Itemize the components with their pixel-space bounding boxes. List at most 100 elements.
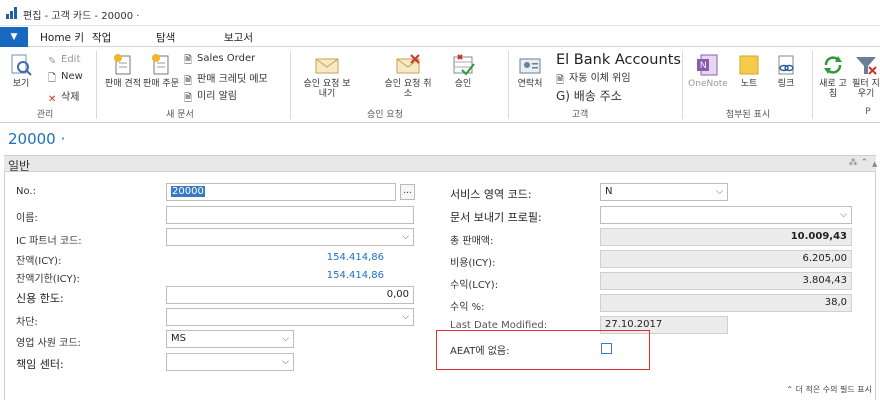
no-label: No.:: [16, 186, 36, 197]
balance-due-value[interactable]: 154.414,86: [300, 270, 384, 281]
sales-quote-icon: [110, 53, 136, 77]
cancel-approval-button[interactable]: 승인 요청 취소: [383, 53, 433, 99]
approve-icon: [450, 53, 476, 77]
window-title: 편집 - 고객 카드 - 20000 ·: [23, 11, 140, 22]
ic-partner-select[interactable]: ⌵: [166, 228, 414, 246]
direct-debit-button[interactable]: 🗎 자동 이체 위임: [556, 69, 631, 86]
group-label-attachments: 첨부된 표시: [725, 110, 771, 120]
svg-text:N: N: [700, 60, 707, 70]
credit-limit-field[interactable]: 0,00: [166, 286, 414, 304]
link-icon: [773, 53, 799, 77]
scroll-up-icon[interactable]: ▲: [872, 160, 880, 168]
credit-memo-template-button[interactable]: 🗎 판매 크레딧 메모: [184, 70, 268, 87]
separator: [290, 51, 291, 119]
approve-button[interactable]: 승인: [448, 53, 478, 89]
chevron-down-icon: ⌵: [282, 357, 289, 367]
group-label-page: P: [865, 107, 871, 117]
app-menu-button[interactable]: ▼: [0, 27, 28, 47]
sales-quote-button[interactable]: 판매 견적: [104, 53, 142, 89]
profit-lcy-label: 수익(LCY):: [450, 280, 499, 291]
ship-to-address-button[interactable]: G) 배송 주소: [556, 87, 622, 104]
collapse-icon[interactable]: ⁂ ⌃: [849, 158, 868, 168]
ribbon-tabs: ▼ Home 키 작업 탐색 보고서: [0, 27, 880, 47]
chevron-up-icon: ⌃: [786, 385, 796, 394]
total-sales-value[interactable]: 10.009,43: [600, 228, 852, 246]
balance-lcy-label: 잔액(ICY):: [16, 256, 62, 267]
document-icon: 🗎: [184, 93, 193, 104]
chevron-down-icon: ⌵: [716, 187, 723, 197]
doc-sending-profile-label: 문서 보내기 프로필:: [450, 211, 542, 224]
salesperson-select[interactable]: MS ⌵: [166, 330, 294, 348]
links-button[interactable]: 링크: [771, 53, 801, 89]
envelope-send-icon: [314, 53, 340, 77]
balance-lcy-value[interactable]: 154.414,86: [300, 252, 384, 263]
edit-button[interactable]: ✎ Edit: [48, 54, 80, 67]
doc-sending-profile-select[interactable]: ⌵: [600, 206, 852, 224]
costs-lcy-label: 비용(ICY):: [450, 258, 496, 269]
tab-home[interactable]: Home 키: [40, 30, 84, 45]
costs-lcy-value[interactable]: 6.205,00: [600, 250, 852, 268]
contact-button[interactable]: 연락처: [512, 53, 548, 89]
title-bar: 편집 - 고객 카드 - 20000 ·: [0, 0, 880, 26]
group-label-manage: 관리: [36, 110, 54, 120]
name-field[interactable]: [166, 206, 414, 224]
balance-due-label: 잔액기한(ICY):: [16, 274, 80, 285]
chevron-down-icon: ⌵: [840, 210, 847, 220]
group-label-new-document: 새 문서: [166, 110, 194, 120]
credit-limit-label: 신용 한도:: [16, 292, 64, 305]
note-icon: [736, 53, 762, 77]
new-button[interactable]: 🗋 New: [48, 71, 83, 84]
tab-navigate[interactable]: 탐색: [156, 30, 175, 45]
bank-accounts-button[interactable]: El Bank Accounts: [556, 52, 681, 68]
chevron-down-icon: ⌵: [402, 232, 409, 242]
onenote-button[interactable]: N OneNote: [686, 53, 730, 89]
blocked-select[interactable]: ⌵: [166, 308, 414, 326]
record-number: 20000 ·: [8, 130, 66, 148]
refresh-button[interactable]: 새로 고침: [816, 53, 850, 99]
separator: [682, 51, 683, 119]
aeat-checkbox[interactable]: [601, 343, 612, 354]
document-icon: 🗎: [184, 76, 193, 87]
sales-order-icon: [148, 53, 174, 77]
chevron-down-icon: ⌵: [402, 312, 409, 322]
group-label-customer: 고객: [571, 110, 589, 120]
service-zone-select[interactable]: N ⌵: [600, 183, 728, 201]
separator: [508, 51, 509, 119]
no-field[interactable]: 20000: [166, 183, 396, 201]
show-fewer-fields-link[interactable]: ⌃ 더 적은 수의 필드 표시: [786, 384, 872, 395]
profit-pct-value: 38,0: [600, 294, 852, 312]
filter-icon: [853, 53, 879, 77]
delete-icon: ✕: [48, 94, 57, 105]
clear-filter-button[interactable]: 필터 지우기: [852, 53, 880, 99]
chevron-down-icon: ⌵: [282, 334, 289, 344]
fasttab-general-header[interactable]: 일반 ⁂ ⌃: [4, 155, 876, 173]
onenote-icon: N: [695, 53, 721, 77]
envelope-cancel-icon: [395, 53, 421, 77]
ic-partner-label: IC 파트너 코드:: [16, 236, 82, 247]
tab-report[interactable]: 보고서: [224, 30, 253, 45]
document-icon: 🗎: [184, 55, 193, 66]
tab-actions[interactable]: 작업: [92, 30, 111, 45]
profit-lcy-value[interactable]: 3.804,43: [600, 272, 852, 290]
sales-order-small-button[interactable]: 🗎 Sales Order: [184, 53, 255, 66]
document-icon: 🗎: [556, 75, 565, 86]
service-zone-label: 서비스 영역 코드:: [450, 188, 532, 201]
separator: [812, 51, 813, 119]
group-label-approval: 승인 요청: [367, 110, 403, 120]
notes-button[interactable]: 노트: [734, 53, 764, 89]
no-lookup-button[interactable]: ...: [400, 184, 415, 200]
name-label: 이름:: [16, 213, 38, 224]
responsibility-center-select[interactable]: ⌵: [166, 353, 294, 371]
view-icon: [8, 53, 34, 77]
view-button[interactable]: 보기: [6, 53, 36, 89]
ribbon: 보기 ✎ Edit 🗋 New ✕ 삭제 관리 판매 견적 판매 주문 🗎 Sales …: [0, 47, 880, 123]
send-approval-button[interactable]: 승인 요청 보내기: [302, 53, 352, 99]
total-sales-label: 총 판매액:: [450, 236, 494, 247]
delete-button[interactable]: ✕ 삭제: [48, 88, 79, 105]
reminder-button[interactable]: 🗎 미리 알림: [184, 87, 237, 104]
new-icon: 🗋: [48, 73, 57, 84]
responsibility-center-label: 책임 센터:: [16, 358, 64, 371]
salesperson-label: 영업 사원 코드:: [16, 338, 81, 349]
edit-icon: ✎: [48, 56, 57, 67]
sales-order-button[interactable]: 판매 주문: [143, 53, 179, 89]
